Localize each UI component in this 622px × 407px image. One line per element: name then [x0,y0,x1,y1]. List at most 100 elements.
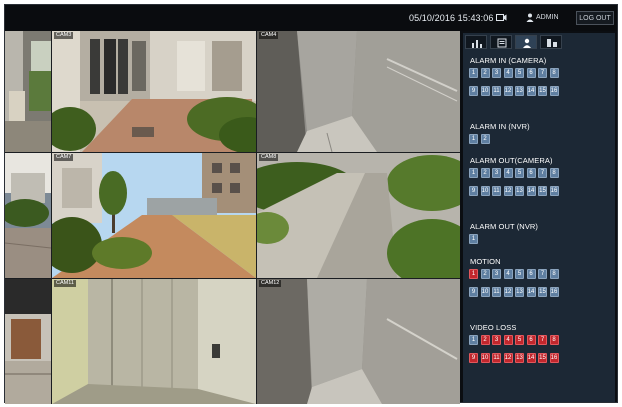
camera-tile[interactable]: CAM3 [52,31,256,152]
channel-badge[interactable]: 13 [515,86,524,96]
datetime-display: 05/10/2016 15:43:06 [409,13,494,23]
channel-badge[interactable]: 15 [538,353,547,363]
camera-feed [52,31,256,152]
channel-badge[interactable]: 7 [538,68,547,78]
camera-tile[interactable]: CAM8 [257,153,460,278]
channel-badge[interactable]: 14 [526,353,536,363]
logout-button[interactable]: LOG OUT [576,11,614,25]
channel-badge[interactable]: 12 [503,287,513,297]
section-title: MOTION [470,257,501,266]
channel-badge[interactable]: 11 [492,86,501,96]
channel-badge[interactable]: 5 [515,269,524,279]
channel-badge[interactable]: 6 [526,335,536,345]
channel-badge[interactable]: 14 [526,186,536,196]
channel-badge[interactable]: 4 [503,68,513,78]
channel-badge[interactable]: 6 [526,168,536,178]
log-tab[interactable] [490,35,512,49]
channel-badge[interactable]: 8 [549,335,559,345]
alarm-stats-tab[interactable] [465,35,487,49]
channel-badge[interactable]: 15 [538,287,547,297]
channel-badge[interactable]: 3 [492,335,501,345]
channel-badge[interactable]: 5 [515,168,524,178]
channel-badge[interactable]: 13 [515,186,524,196]
channel-badge[interactable]: 8 [549,269,559,279]
channel-badge[interactable]: 2 [480,68,490,78]
channel-badge[interactable]: 5 [515,68,524,78]
channel-badge[interactable]: 7 [538,168,547,178]
channel-badge[interactable]: 8 [549,168,559,178]
camera-tile[interactable]: CAM7 [52,153,256,278]
channel-badge[interactable]: 2 [480,335,490,345]
section-title: ALARM IN (CAMERA) [470,56,547,65]
channel-badge[interactable]: 15 [538,186,547,196]
user-tab[interactable] [515,35,537,49]
channel-badge[interactable]: 5 [515,335,524,345]
device-tab[interactable] [540,35,562,49]
channel-badge[interactable]: 14 [526,287,536,297]
camera-label: CAM4 [259,32,279,39]
channel-badge[interactable]: 1 [469,134,478,144]
section-title: ALARM OUT (NVR) [470,222,539,231]
camera-feed [5,153,51,278]
channel-badge[interactable]: 1 [469,269,478,279]
channel-badge[interactable]: 2 [480,168,490,178]
recording-icon[interactable] [496,13,507,22]
channel-badge[interactable]: 4 [503,168,513,178]
camera-feed [52,153,256,278]
channel-badge[interactable]: 4 [503,269,513,279]
channel-badge[interactable]: 16 [549,353,559,363]
camera-tile[interactable]: CAM11 [52,279,256,404]
camera-feed [257,31,460,152]
nvr-monitor-window: 05/10/2016 15:43:06 ADMIN LOG OUT CAM3 C… [4,4,618,404]
alarm-status-panel: ALARM IN (CAMERA) 1 2 3 4 5 6 7 8 9 10 11 12 13 14 15 16… [463,33,615,402]
camera-label: CAM12 [259,280,282,287]
channel-badge[interactable]: 9 [469,86,478,96]
channel-badge[interactable]: 9 [469,186,478,196]
channel-badge[interactable]: 14 [526,86,536,96]
channel-badge[interactable]: 10 [480,186,490,196]
channel-badge[interactable]: 6 [526,68,536,78]
channel-badge[interactable]: 12 [503,353,513,363]
camera-label: CAM7 [54,154,74,161]
channel-badge[interactable]: 15 [538,86,547,96]
camera-tile[interactable] [5,153,51,278]
camera-feed [52,279,256,404]
channel-badge[interactable]: 3 [492,168,501,178]
camera-feed [5,279,51,404]
camera-tile[interactable]: CAM4 [257,31,460,152]
channel-badge[interactable]: 1 [469,234,478,244]
channel-badge[interactable]: 4 [503,335,513,345]
channel-badge[interactable]: 1 [469,68,478,78]
channel-badge[interactable]: 12 [503,86,513,96]
channel-badge[interactable]: 11 [492,287,501,297]
channel-badge[interactable]: 10 [480,287,490,297]
section-title: ALARM OUT(CAMERA) [470,156,553,165]
channel-badge[interactable]: 16 [549,287,559,297]
channel-badge[interactable]: 13 [515,287,524,297]
channel-badge[interactable]: 9 [469,353,478,363]
channel-badge[interactable]: 3 [492,269,501,279]
channel-badge[interactable]: 11 [492,353,501,363]
channel-badge[interactable]: 3 [492,68,501,78]
camera-tile[interactable] [5,31,51,152]
channel-badge[interactable]: 16 [549,86,559,96]
camera-tile[interactable] [5,279,51,404]
channel-badge[interactable]: 8 [549,68,559,78]
channel-badge[interactable]: 2 [480,269,490,279]
channel-badge[interactable]: 7 [538,335,547,345]
channel-badge[interactable]: 12 [503,186,513,196]
channel-badge[interactable]: 9 [469,287,478,297]
channel-badge[interactable]: 1 [469,335,478,345]
camera-label: CAM8 [259,154,279,161]
channel-badge[interactable]: 16 [549,186,559,196]
channel-badge[interactable]: 10 [480,86,490,96]
channel-badge[interactable]: 2 [480,134,490,144]
channel-badge[interactable]: 10 [480,353,490,363]
channel-badge[interactable]: 7 [538,269,547,279]
channel-badge[interactable]: 13 [515,353,524,363]
channel-badge[interactable]: 1 [469,168,478,178]
device-icon [547,39,557,47]
camera-tile[interactable]: CAM12 [257,279,460,404]
channel-badge[interactable]: 11 [492,186,501,196]
channel-badge[interactable]: 6 [526,269,536,279]
